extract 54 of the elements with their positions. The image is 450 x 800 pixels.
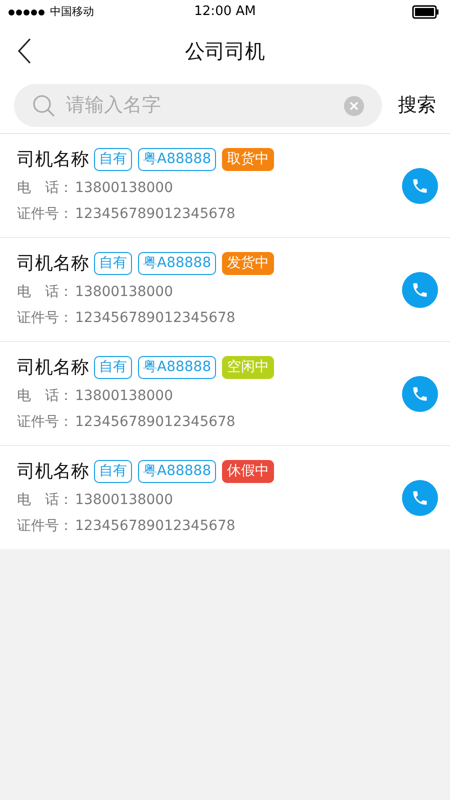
driver-name: 司机名称 [17,460,89,484]
status-tag: 发货中 [222,252,274,275]
driver-name: 司机名称 [17,356,89,380]
id-label: 证件号： [17,309,74,328]
battery-icon [412,5,439,19]
driver-card[interactable]: 司机名称 自有 粤A88888 发货中 电 话：13800138000 证件号：123456789012345678 [0,238,450,341]
driver-card[interactable]: 司机名称 自有 粤A88888 取货中 电 话：13800138000 证件号：123456789012345678 [0,134,450,237]
page-title: 公司司机 [185,38,265,65]
plate-tag: 粤A88888 [138,356,216,379]
phone-icon [411,280,429,298]
phone-number: 13800138000 [75,387,173,406]
id-label: 证件号： [17,413,74,432]
phone-label: 电 话： [17,387,74,406]
status-tag: 取货中 [222,148,274,171]
phone-label: 电 话： [17,283,74,302]
ownership-tag: 自有 [94,356,132,379]
ownership-tag: 自有 [94,460,132,483]
phone-icon [411,488,429,506]
call-button[interactable] [402,480,438,516]
status-tag: 空闲中 [222,356,274,379]
phone-label: 电 话： [17,179,74,198]
ownership-tag: 自有 [94,148,132,171]
phone-label: 电 话： [17,491,74,510]
search-bar[interactable]: 请输入名字 [14,84,382,127]
carrier-text: 中国移动 [50,4,94,20]
search-field[interactable]: 请输入名字 [66,91,344,120]
signal-icon [8,8,46,16]
call-button[interactable] [402,272,438,308]
ownership-tag: 自有 [94,252,132,275]
call-button[interactable] [402,376,438,412]
status-tag: 休假中 [222,460,274,483]
phone-icon [411,176,429,194]
clock-text: 12:00 AM [194,3,256,22]
search-button[interactable]: 搜索 [398,91,436,120]
plate-tag: 粤A88888 [138,148,216,171]
phone-number: 13800138000 [75,179,173,198]
search-icon [32,94,56,118]
id-number: 123456789012345678 [75,205,236,224]
plate-tag: 粤A88888 [138,460,216,483]
id-number: 123456789012345678 [75,309,236,328]
driver-name: 司机名称 [17,148,89,172]
plate-tag: 粤A88888 [138,252,216,275]
call-button[interactable] [402,168,438,204]
id-label: 证件号： [17,517,74,536]
driver-card[interactable]: 司机名称 自有 粤A88888 休假中 电 话：13800138000 证件号：123456789012345678 [0,446,450,549]
phone-number: 13800138000 [75,491,173,510]
phone-number: 13800138000 [75,283,173,302]
driver-card[interactable]: 司机名称 自有 粤A88888 空闲中 电 话：13800138000 证件号：123456789012345678 [0,342,450,445]
clear-icon[interactable] [344,96,364,116]
phone-icon [411,384,429,402]
driver-name: 司机名称 [17,252,89,276]
id-label: 证件号： [17,205,74,224]
id-number: 123456789012345678 [75,517,236,536]
id-number: 123456789012345678 [75,413,236,432]
